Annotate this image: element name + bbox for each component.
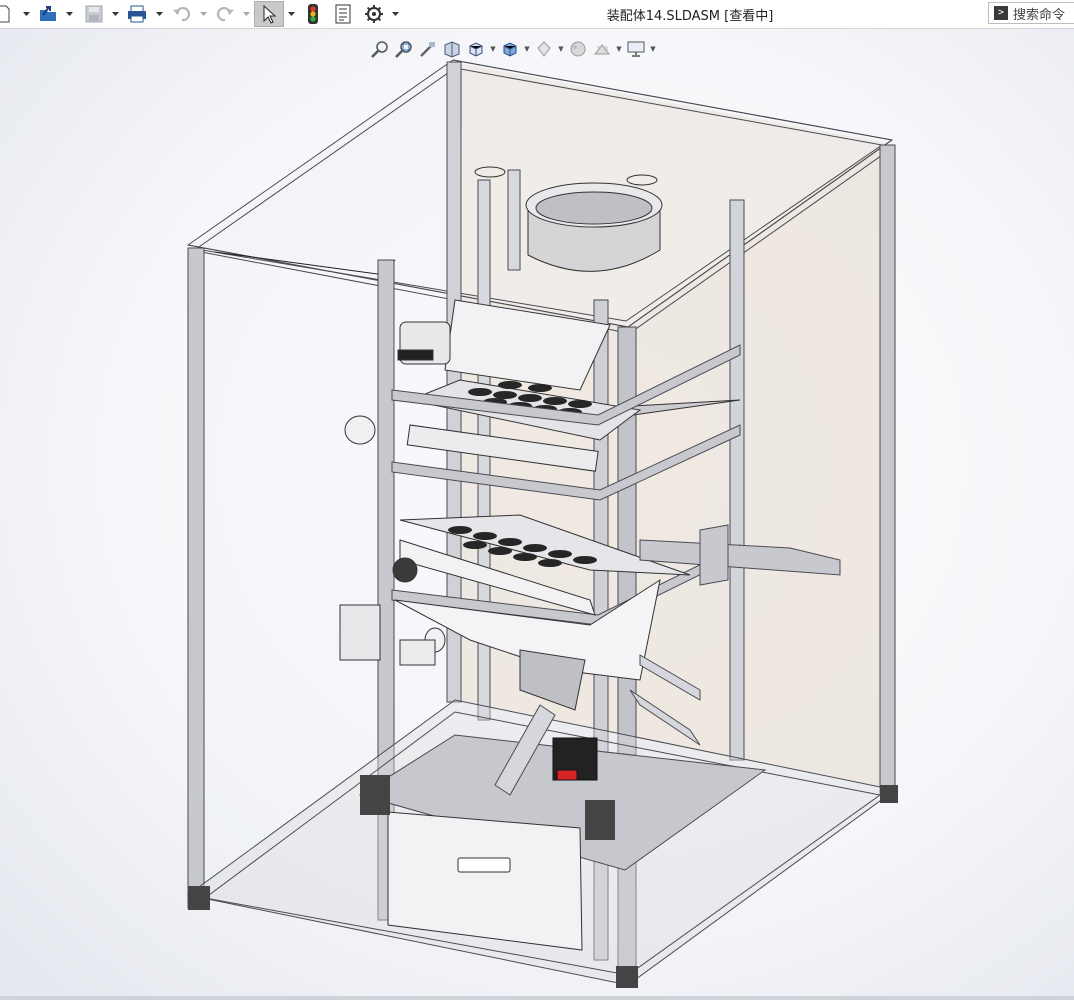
redo-icon[interactable] — [213, 3, 237, 25]
terminal-icon: > — [994, 6, 1008, 20]
save-dropdown-arrow[interactable] — [111, 8, 119, 20]
title-bar: 装配体14.SLDASM [查看中] > 搜索命令 — [0, 0, 1074, 29]
select-dropdown-arrow[interactable] — [287, 8, 295, 20]
undo-dropdown-arrow[interactable] — [199, 8, 207, 20]
select-pointer-icon[interactable] — [254, 1, 284, 27]
open-dropdown-arrow[interactable] — [65, 8, 73, 20]
search-commands-box[interactable]: > 搜索命令 — [988, 2, 1074, 24]
assembly-model[interactable] — [0, 29, 1074, 997]
print-dropdown-arrow[interactable] — [155, 8, 163, 20]
undo-icon[interactable] — [170, 3, 194, 25]
file-properties-icon[interactable] — [332, 3, 354, 25]
status-bar-edge — [0, 996, 1074, 1000]
new-dropdown-arrow[interactable] — [22, 8, 30, 20]
document-title: 装配体14.SLDASM [查看中] — [606, 9, 774, 24]
print-icon[interactable] — [124, 3, 150, 25]
search-placeholder: 搜索命令 — [1013, 7, 1066, 23]
new-document-icon[interactable] — [0, 3, 10, 25]
open-icon[interactable] — [37, 3, 61, 25]
redo-dropdown-arrow[interactable] — [242, 8, 250, 20]
options-gear-icon[interactable] — [362, 3, 386, 25]
traffic-light-icon[interactable] — [302, 3, 324, 25]
stepper-motor — [552, 737, 598, 781]
options-dropdown-arrow[interactable] — [391, 8, 399, 20]
save-icon[interactable] — [82, 3, 106, 25]
